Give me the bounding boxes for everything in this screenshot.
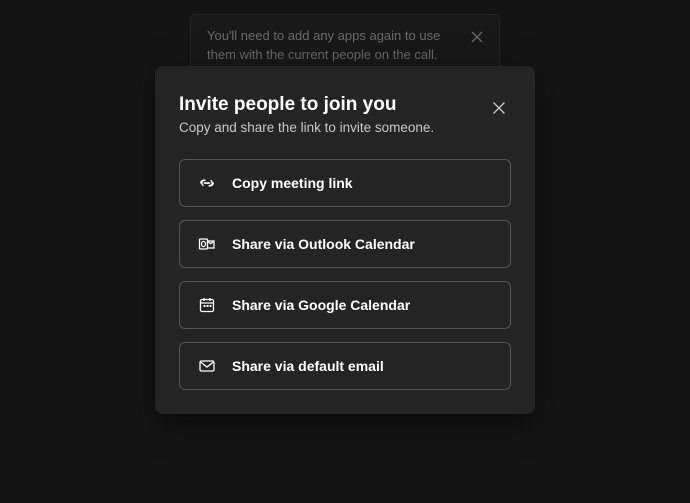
modal-title: Invite people to join you <box>179 94 487 116</box>
banner-text: You'll need to add any apps again to use… <box>207 28 440 62</box>
modal-title-group: Invite people to join you Copy and share… <box>179 94 487 135</box>
option-label: Share via Google Calendar <box>232 297 410 313</box>
copy-link-button[interactable]: Copy meeting link <box>179 159 511 207</box>
modal-header: Invite people to join you Copy and share… <box>179 94 511 135</box>
close-icon <box>471 31 483 43</box>
share-google-calendar-button[interactable]: Share via Google Calendar <box>179 281 511 329</box>
outlook-icon <box>198 235 216 253</box>
modal-subtitle: Copy and share the link to invite someon… <box>179 120 487 135</box>
banner-close-button[interactable] <box>467 27 487 47</box>
mail-icon <box>198 357 216 375</box>
google-calendar-icon <box>198 296 216 314</box>
share-outlook-button[interactable]: Share via Outlook Calendar <box>179 220 511 268</box>
options-list: Copy meeting link Share via Outlook Cale… <box>179 159 511 390</box>
option-label: Share via default email <box>232 358 384 374</box>
option-label: Copy meeting link <box>232 175 353 191</box>
invite-modal: Invite people to join you Copy and share… <box>155 66 535 414</box>
close-icon <box>492 101 506 115</box>
option-label: Share via Outlook Calendar <box>232 236 415 252</box>
share-email-button[interactable]: Share via default email <box>179 342 511 390</box>
modal-close-button[interactable] <box>487 96 511 120</box>
link-icon <box>198 174 216 192</box>
